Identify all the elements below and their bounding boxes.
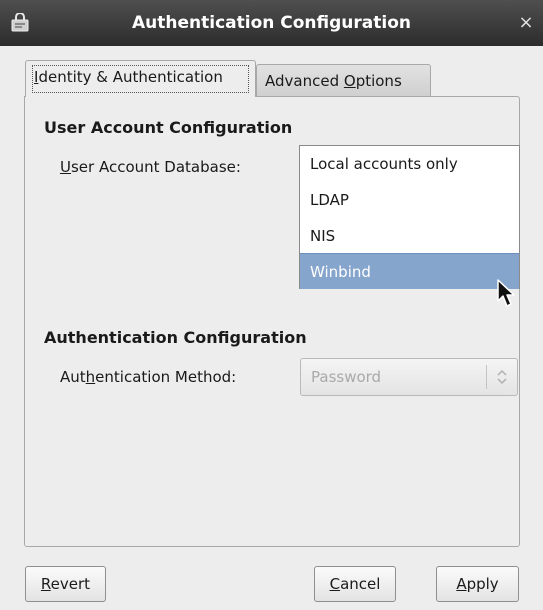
apply-button[interactable]: Apply — [436, 566, 519, 602]
option-nis[interactable]: NIS — [300, 218, 519, 254]
tab-label-pre: Advanced — [265, 72, 344, 90]
close-icon[interactable]: × — [515, 12, 537, 34]
user-account-database-label: User Account Database: — [60, 158, 241, 176]
user-account-database-dropdown[interactable]: Local accounts only LDAP NIS Winbind — [299, 145, 520, 289]
tab-label-mnemonic: O — [343, 72, 356, 90]
mouse-pointer-icon — [497, 279, 515, 307]
user-account-section-title: User Account Configuration — [44, 118, 293, 137]
cancel-button[interactable]: Cancel — [314, 566, 396, 602]
authentication-method-select[interactable]: Password — [300, 358, 518, 396]
tab-label-post: ptions — [355, 72, 402, 90]
authentication-method-value: Password — [311, 368, 382, 386]
combo-separator — [486, 365, 487, 389]
option-ldap[interactable]: LDAP — [300, 182, 519, 218]
authentication-method-label: Authentication Method: — [60, 368, 237, 386]
title-bar[interactable]: Authentication Configuration × — [0, 0, 543, 46]
tab-identity-authentication[interactable]: Identity & Authentication — [25, 60, 256, 97]
window-title: Authentication Configuration — [132, 13, 411, 33]
option-winbind[interactable]: Winbind — [300, 253, 519, 289]
up-down-arrows-icon — [497, 369, 507, 385]
tab-advanced-options[interactable]: Advanced Options — [256, 64, 431, 97]
option-local-accounts-only[interactable]: Local accounts only — [300, 146, 519, 182]
authentication-section-title: Authentication Configuration — [44, 328, 307, 347]
revert-button[interactable]: Revert — [25, 566, 106, 602]
tab-label-post: dentity & Authentication — [38, 68, 223, 86]
